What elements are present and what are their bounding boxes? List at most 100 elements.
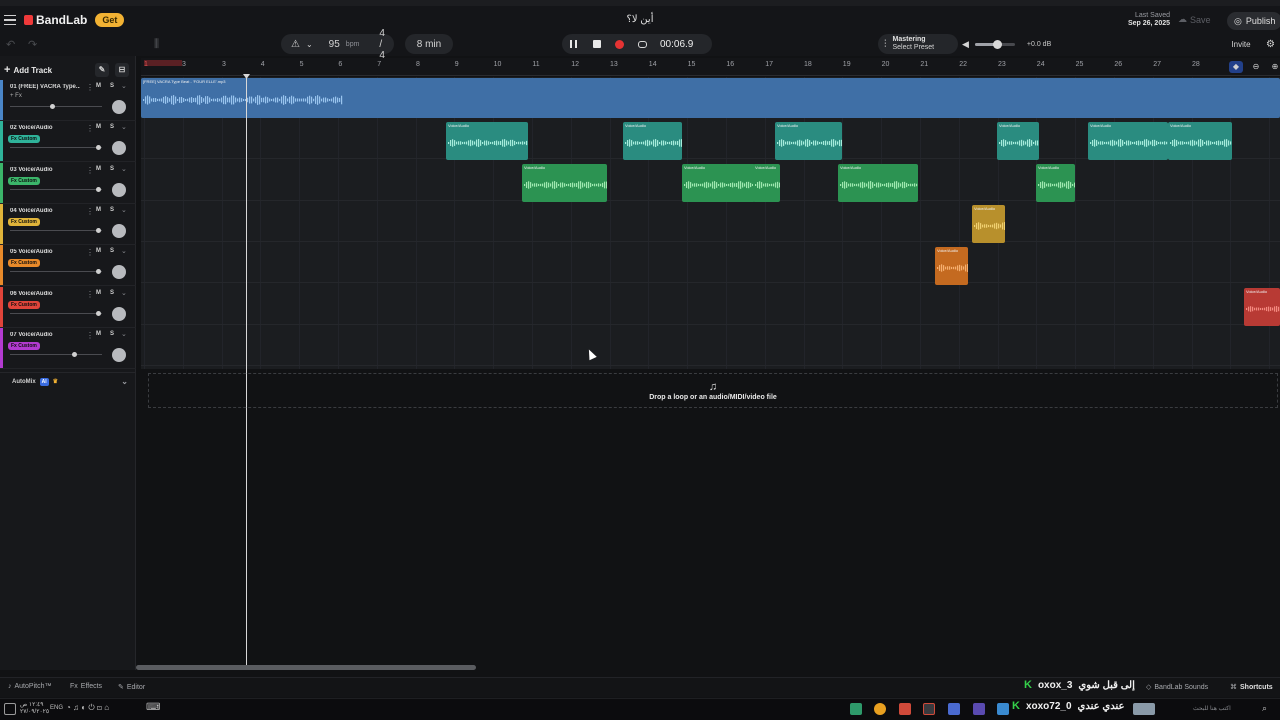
fx-badge[interactable]: Fx Custom bbox=[8, 259, 40, 268]
keyboard-tray-icon[interactable]: ⌨ bbox=[146, 702, 160, 713]
windows-start-icon[interactable] bbox=[4, 703, 16, 715]
track-lane[interactable] bbox=[141, 284, 1280, 325]
track-name[interactable]: 02 Voice/Audio bbox=[10, 125, 80, 131]
audio-clip[interactable]: Voice/Audio bbox=[1244, 288, 1280, 326]
audio-clip[interactable]: Voice/Audio bbox=[838, 164, 918, 202]
active-app-icon[interactable] bbox=[923, 703, 935, 715]
solo-button[interactable]: S bbox=[110, 331, 114, 337]
effects-button[interactable]: Fx Effects bbox=[70, 683, 102, 690]
solo-button[interactable]: S bbox=[110, 290, 114, 296]
chevron-down-icon[interactable]: ⌄ bbox=[121, 247, 127, 255]
mastering-button[interactable]: ⫶ Mastering Select Preset bbox=[878, 34, 958, 54]
more-options-icon[interactable]: ⋮ bbox=[86, 83, 94, 92]
mute-button[interactable]: M bbox=[96, 124, 101, 130]
edit-tool-icon[interactable]: ✎ bbox=[95, 63, 109, 77]
audio-clip[interactable]: Voice/Audio bbox=[1088, 122, 1168, 160]
chevron-down-icon[interactable]: ⌄ bbox=[121, 289, 127, 297]
track-volume-slider[interactable] bbox=[10, 310, 102, 316]
track-volume-knob[interactable] bbox=[96, 227, 101, 233]
chevron-down-icon[interactable]: ⌄ bbox=[121, 123, 127, 131]
search-icon[interactable]: ⌕ bbox=[1262, 703, 1267, 714]
fx-badge[interactable]: Fx Custom bbox=[8, 135, 40, 144]
fx-badge[interactable]: Fx Custom bbox=[8, 341, 40, 350]
track-pan-knob[interactable] bbox=[112, 141, 126, 156]
stop-button[interactable] bbox=[585, 34, 608, 54]
track-name[interactable]: 06 Voice/Audio bbox=[10, 291, 80, 297]
clock[interactable]: ١٢:٤٩ ص ٢٧/٠٩/٢٠٢٥ bbox=[20, 702, 49, 716]
chevron-down-icon[interactable]: ⌄ bbox=[121, 330, 127, 338]
get-membership-button[interactable]: Get bbox=[95, 13, 125, 27]
app-icon-green[interactable] bbox=[850, 703, 862, 715]
solo-button[interactable]: S bbox=[110, 124, 114, 130]
folder-icon[interactable] bbox=[997, 703, 1009, 715]
audio-clip[interactable]: Voice/Audio bbox=[446, 122, 528, 160]
audio-clip[interactable]: Voice/Audio bbox=[997, 122, 1039, 160]
more-options-icon[interactable]: ⋮ bbox=[86, 331, 94, 340]
invite-button[interactable]: Invite bbox=[1226, 34, 1256, 54]
more-options-icon[interactable]: ⋮ bbox=[86, 124, 94, 133]
track-volume-slider[interactable] bbox=[10, 351, 102, 357]
track-volume-knob[interactable] bbox=[50, 104, 55, 109]
settings-icon[interactable]: ⚙ bbox=[1266, 34, 1275, 54]
mute-button[interactable]: M bbox=[96, 248, 101, 254]
track-header[interactable]: 02 Voice/Audio ⋮ M S ⌄ Fx Custom bbox=[0, 121, 136, 163]
chevron-down-icon[interactable]: ⌄ bbox=[121, 165, 127, 173]
tempo-control[interactable]: ⚠ ⌄ 95 bpm 4 / 4 bbox=[281, 28, 394, 61]
track-volume-knob[interactable] bbox=[96, 310, 101, 316]
bandlab-logo[interactable]: BandLab bbox=[24, 13, 87, 27]
loop-region[interactable] bbox=[144, 60, 182, 66]
more-options-icon[interactable]: ⋮ bbox=[86, 290, 94, 299]
track-volume-slider[interactable] bbox=[10, 145, 102, 151]
record-button[interactable] bbox=[608, 34, 631, 54]
mixer-icon[interactable]: ⫼ bbox=[154, 34, 159, 54]
mute-button[interactable]: M bbox=[96, 331, 101, 337]
mute-button[interactable]: M bbox=[96, 207, 101, 213]
audio-clip[interactable]: Voice/Audio bbox=[522, 164, 607, 202]
fx-badge[interactable]: Fx Custom bbox=[8, 300, 40, 309]
track-pan-knob[interactable] bbox=[112, 265, 126, 280]
chevron-down-icon[interactable]: ⌄ bbox=[306, 40, 313, 49]
solo-button[interactable]: S bbox=[110, 166, 114, 172]
pause-button[interactable] bbox=[562, 34, 585, 54]
chevron-down-icon[interactable]: ⌄ bbox=[121, 82, 127, 90]
security-icon[interactable] bbox=[948, 703, 960, 715]
track-name[interactable]: 01 (FREE) VACRA Type... bbox=[10, 84, 80, 90]
fx-badge[interactable]: Fx Custom bbox=[8, 217, 40, 226]
solo-button[interactable]: S bbox=[110, 248, 114, 254]
track-volume-knob[interactable] bbox=[96, 269, 101, 275]
mute-button[interactable]: M bbox=[96, 83, 101, 89]
bandlab-sounds-button[interactable]: ◇ BandLab Sounds bbox=[1146, 683, 1208, 692]
audio-clip[interactable]: Voice/Audio bbox=[935, 247, 968, 285]
taskbar-search-input[interactable]: اكتب هنا للبحث bbox=[1193, 705, 1231, 712]
track-name[interactable]: 07 Voice/Audio bbox=[10, 332, 80, 338]
track-volume-knob[interactable] bbox=[96, 145, 101, 151]
autopitch-button[interactable]: ♪ AutoPitch™ bbox=[8, 683, 51, 690]
automix-row[interactable]: AutoMix AI ♛ ⌄ bbox=[0, 372, 136, 390]
track-pan-knob[interactable] bbox=[112, 306, 126, 321]
mute-button[interactable]: M bbox=[96, 290, 101, 296]
audio-clip[interactable]: Voice/Audio bbox=[753, 164, 780, 202]
track-name[interactable]: 03 Voice/Audio bbox=[10, 167, 80, 173]
track-volume-slider[interactable] bbox=[10, 269, 102, 275]
track-options-icon[interactable]: ⊟ bbox=[115, 63, 129, 77]
zoom-out-icon[interactable]: ⊖ bbox=[1249, 61, 1263, 73]
language-indicator[interactable]: ENG bbox=[50, 705, 63, 711]
solo-button[interactable]: S bbox=[110, 83, 114, 89]
audio-clip[interactable]: [FREE] VACRA Type Beat - 'FOUR ELLE'.mp3 bbox=[141, 78, 1280, 118]
project-title[interactable]: أين لا؟ bbox=[620, 14, 660, 25]
audio-clip[interactable]: Voice/Audio bbox=[775, 122, 842, 160]
master-volume-slider[interactable] bbox=[974, 39, 1015, 49]
track-header[interactable]: 03 Voice/Audio ⋮ M S ⌄ Fx Custom bbox=[0, 162, 136, 204]
track-lane[interactable] bbox=[141, 325, 1280, 366]
fx-badge[interactable]: Fx Custom bbox=[8, 176, 40, 185]
undo-icon[interactable]: ↶ bbox=[6, 34, 15, 54]
track-header[interactable]: 06 Voice/Audio ⋮ M S ⌄ Fx Custom bbox=[0, 286, 136, 328]
track-header[interactable]: 05 Voice/Audio ⋮ M S ⌄ Fx Custom bbox=[0, 245, 136, 287]
vscode-icon[interactable] bbox=[973, 703, 985, 715]
shortcuts-button[interactable]: ⌘ Shortcuts bbox=[1230, 683, 1273, 692]
editor-button[interactable]: ✎ Editor bbox=[118, 683, 145, 692]
track-lane[interactable] bbox=[141, 242, 1280, 284]
arrangement-area[interactable]: [FREE] VACRA Type Beat - 'FOUR ELLE'.mp3… bbox=[141, 77, 1280, 369]
audio-clip[interactable]: Voice/Audio bbox=[682, 164, 755, 202]
track-name[interactable]: 05 Voice/Audio bbox=[10, 249, 80, 255]
